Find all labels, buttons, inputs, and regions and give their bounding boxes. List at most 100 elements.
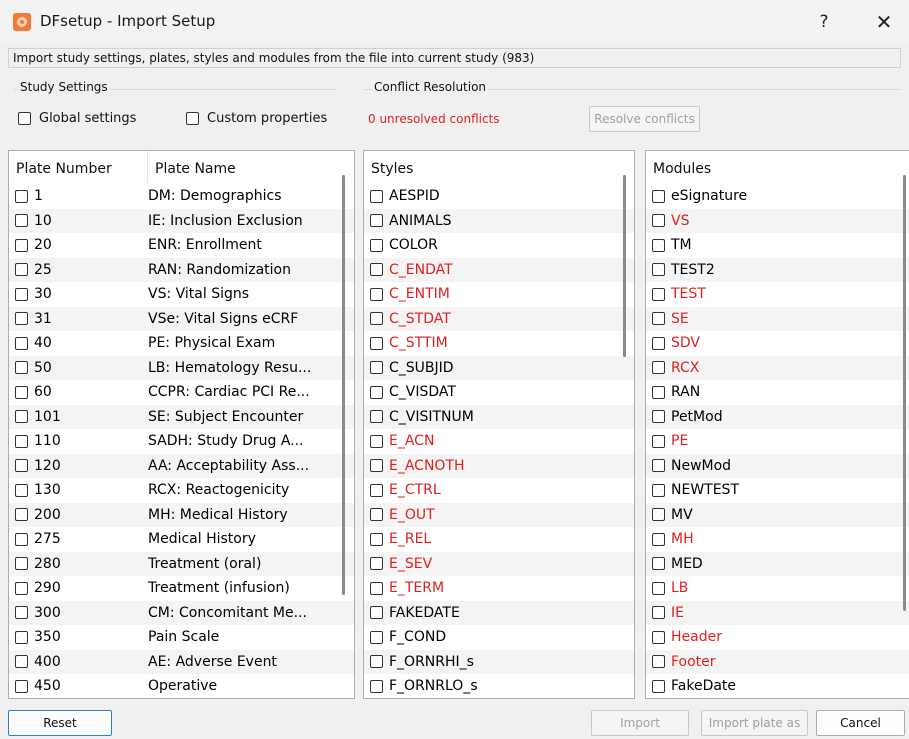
module-row[interactable]: MV <box>646 502 909 527</box>
checkbox-box[interactable] <box>15 434 28 448</box>
checkbox-box[interactable] <box>15 214 28 228</box>
checkbox-box[interactable] <box>370 606 383 620</box>
checkbox-box[interactable] <box>652 263 665 277</box>
checkbox-box[interactable] <box>652 410 665 424</box>
checkbox-box[interactable] <box>652 312 665 326</box>
plate-row[interactable]: 275 Medical History <box>9 527 354 552</box>
style-row[interactable]: C_ENTIM <box>364 282 634 307</box>
checkbox-box[interactable] <box>15 361 28 375</box>
plates-list[interactable]: ︿ Plate Number Plate Name 1 DM: Demograph… <box>8 150 355 699</box>
module-row[interactable]: VS <box>646 208 909 233</box>
module-row[interactable]: SE <box>646 306 909 331</box>
checkbox-box[interactable] <box>652 459 665 473</box>
checkbox-box[interactable] <box>652 532 665 546</box>
module-row[interactable]: PE <box>646 429 909 454</box>
checkbox-box[interactable] <box>15 189 28 203</box>
module-row[interactable]: NewMod <box>646 453 909 478</box>
checkbox-box[interactable] <box>370 312 383 326</box>
checkbox-box[interactable] <box>370 214 383 228</box>
checkbox-box[interactable] <box>15 532 28 546</box>
checkbox-box[interactable] <box>15 508 28 522</box>
module-row[interactable]: TM <box>646 233 909 258</box>
checkbox-box[interactable] <box>370 287 383 301</box>
module-row[interactable]: MED <box>646 551 909 576</box>
checkbox-box[interactable] <box>370 508 383 522</box>
module-row[interactable]: Header <box>646 625 909 650</box>
style-row[interactable]: E_TERM <box>364 576 634 601</box>
plate-row[interactable]: 450 Operative <box>9 674 354 698</box>
checkbox-box[interactable] <box>15 287 28 301</box>
plate-row[interactable]: 290 Treatment (infusion) <box>9 576 354 601</box>
module-row[interactable]: MH <box>646 527 909 552</box>
style-row[interactable]: C_VISITNUM <box>364 404 634 429</box>
style-row[interactable]: FAKEDATE <box>364 600 634 625</box>
module-row[interactable]: TEST2 <box>646 257 909 282</box>
plate-name-column-header[interactable]: Plate Name <box>148 151 339 183</box>
plate-row[interactable]: 31 VSe: Vital Signs eCRF <box>9 306 354 331</box>
plate-row[interactable]: 50 LB: Hematology Resu... <box>9 355 354 380</box>
checkbox-box[interactable] <box>652 606 665 620</box>
style-row[interactable]: E_ACN <box>364 429 634 454</box>
modules-column-header[interactable]: ﹀ Modules <box>646 151 894 183</box>
style-row[interactable]: C_ENDAT <box>364 257 634 282</box>
checkbox-box[interactable] <box>652 581 665 595</box>
module-row[interactable]: Footer <box>646 649 909 674</box>
module-row[interactable]: PetMod <box>646 404 909 429</box>
checkbox-box[interactable] <box>652 385 665 399</box>
checkbox-box[interactable] <box>370 483 383 497</box>
module-row[interactable]: RAN <box>646 380 909 405</box>
checkbox-box[interactable] <box>15 459 28 473</box>
checkbox-box[interactable] <box>370 581 383 595</box>
checkbox-box[interactable] <box>15 410 28 424</box>
import-plate-as-button[interactable]: Import plate as <box>701 710 808 736</box>
checkbox-box[interactable] <box>15 385 28 399</box>
plate-row[interactable]: 10 IE: Inclusion Exclusion <box>9 208 354 233</box>
checkbox-box[interactable] <box>652 189 665 203</box>
checkbox-box[interactable] <box>370 679 383 693</box>
checkbox-box[interactable] <box>370 532 383 546</box>
plate-row[interactable]: 40 PE: Physical Exam <box>9 331 354 356</box>
module-row[interactable]: TEST <box>646 282 909 307</box>
style-row[interactable]: F_COND <box>364 625 634 650</box>
checkbox-box[interactable] <box>652 630 665 644</box>
reset-button[interactable]: Reset <box>8 710 112 736</box>
checkbox-box[interactable] <box>652 655 665 669</box>
plate-number-column-header[interactable]: ︿ Plate Number <box>9 151 148 183</box>
module-row[interactable]: NEWTEST <box>646 478 909 503</box>
checkbox-box[interactable] <box>370 238 383 252</box>
styles-column-header[interactable]: ︿ Styles <box>364 151 619 183</box>
checkbox-box[interactable] <box>15 238 28 252</box>
checkbox-box[interactable] <box>186 112 199 125</box>
checkbox-box[interactable] <box>652 238 665 252</box>
checkbox-box[interactable] <box>370 189 383 203</box>
plate-row[interactable]: 300 CM: Concomitant Me... <box>9 600 354 625</box>
module-row[interactable]: eSignature <box>646 184 909 209</box>
checkbox-box[interactable] <box>15 679 28 693</box>
checkbox-box[interactable] <box>15 312 28 326</box>
checkbox-box[interactable] <box>370 557 383 571</box>
style-row[interactable]: AESPID <box>364 184 634 209</box>
checkbox-box[interactable] <box>652 508 665 522</box>
plate-row[interactable]: 25 RAN: Randomization <box>9 257 354 282</box>
style-row[interactable]: E_SEV <box>364 551 634 576</box>
checkbox-box[interactable] <box>18 112 31 125</box>
checkbox-box[interactable] <box>370 361 383 375</box>
style-row[interactable]: E_ACNOTH <box>364 453 634 478</box>
checkbox-box[interactable] <box>370 459 383 473</box>
plate-row[interactable]: 101 SE: Subject Encounter <box>9 404 354 429</box>
plate-row[interactable]: 280 Treatment (oral) <box>9 551 354 576</box>
plate-row[interactable]: 30 VS: Vital Signs <box>9 282 354 307</box>
checkbox-box[interactable] <box>370 336 383 350</box>
module-row[interactable]: SDV <box>646 331 909 356</box>
style-row[interactable]: C_SUBJID <box>364 355 634 380</box>
styles-scrollbar[interactable] <box>623 175 626 357</box>
style-row[interactable]: F_ORNRLO_s <box>364 674 634 698</box>
checkbox-box[interactable] <box>652 557 665 571</box>
checkbox-box[interactable] <box>652 287 665 301</box>
checkbox-box[interactable] <box>15 581 28 595</box>
custom-properties-checkbox[interactable]: Custom properties <box>186 111 327 126</box>
checkbox-box[interactable] <box>15 606 28 620</box>
checkbox-box[interactable] <box>15 630 28 644</box>
style-row[interactable]: C_VISDAT <box>364 380 634 405</box>
checkbox-box[interactable] <box>370 655 383 669</box>
